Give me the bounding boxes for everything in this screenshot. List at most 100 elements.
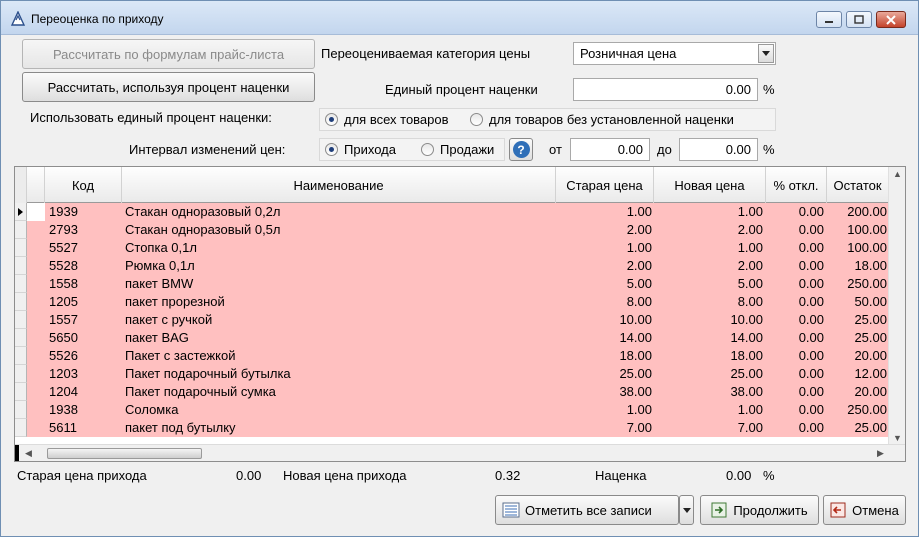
table-cell[interactable]: 18.00 [556,347,652,365]
column-header-deviation[interactable]: % откл. [766,167,827,203]
table-cell[interactable]: пакет BAG [125,329,553,347]
table-cell[interactable]: 0.00 [766,401,824,419]
scroll-left-icon[interactable]: ◀ [25,448,32,459]
table-cell[interactable]: 7.00 [654,419,763,437]
column-header-old-price[interactable]: Старая цена [556,167,654,203]
minimize-button[interactable] [816,11,842,28]
row-indicator[interactable] [15,203,27,221]
column-header-new-price[interactable]: Новая цена [654,167,766,203]
table-cell[interactable]: 1.00 [556,203,652,221]
table-cell[interactable]: 250.00 [827,275,887,293]
table-cell[interactable]: пакет с ручкой [125,311,553,329]
table-row[interactable]: 5526 Пакет с застежкой 18.00 18.00 0.00 20.00 [15,347,889,365]
table-row[interactable]: 1558 пакет BMW 5.00 5.00 0.00 250.00 [15,275,889,293]
table-cell[interactable]: 0.00 [766,203,824,221]
scroll-up-icon[interactable]: ▲ [893,169,902,179]
table-cell[interactable]: 100.00 [827,221,887,239]
mark-all-button[interactable]: Отметить все записи [495,495,679,525]
table-cell[interactable]: 5650 [49,329,121,347]
table-cell[interactable]: 0.00 [766,293,824,311]
table-cell[interactable]: 1938 [49,401,121,419]
row-indicator[interactable] [15,221,27,239]
table-cell[interactable]: Стопка 0,1л [125,239,553,257]
table-cell[interactable]: 20.00 [827,383,887,401]
table-cell[interactable]: 2.00 [654,257,763,275]
table-cell[interactable]: 1203 [49,365,121,383]
table-cell[interactable]: 1205 [49,293,121,311]
table-row[interactable]: 5527 Стопка 0,1л 1.00 1.00 0.00 100.00 [15,239,889,257]
radio-sales[interactable]: Продажи [421,142,494,157]
table-row[interactable]: 1203 Пакет подарочный бутылка 25.00 25.00 0.… [15,365,889,383]
table-cell[interactable]: 0.00 [766,329,824,347]
table-cell[interactable]: пакет прорезной [125,293,553,311]
table-cell[interactable]: 25.00 [654,365,763,383]
table-cell[interactable]: пакет BMW [125,275,553,293]
table-cell[interactable]: 2793 [49,221,121,239]
table-cell[interactable]: 25.00 [827,311,887,329]
continue-button[interactable]: Продолжить [700,495,819,525]
table-cell[interactable]: 1558 [49,275,121,293]
close-button[interactable] [876,11,906,28]
calc-by-percent-button[interactable]: Рассчитать, используя процент наценки [22,72,315,102]
table-cell[interactable]: 1939 [49,203,121,221]
unified-percent-input[interactable]: 0.00 [573,78,758,101]
table-cell[interactable]: 1.00 [654,401,763,419]
mark-all-dropdown[interactable] [679,495,694,525]
table-cell[interactable]: пакет под бутылку [125,419,553,437]
table-cell[interactable]: 50.00 [827,293,887,311]
table-cell[interactable]: 5526 [49,347,121,365]
table-cell[interactable]: 0.00 [766,365,824,383]
column-header-stock[interactable]: Остаток [827,167,889,203]
table-cell[interactable]: 2.00 [556,257,652,275]
radio-no-markup-goods[interactable]: для товаров без установленной наценки [470,112,734,127]
table-cell[interactable]: 25.00 [556,365,652,383]
table-cell[interactable]: 100.00 [827,239,887,257]
table-cell[interactable]: 5611 [49,419,121,437]
table-cell[interactable]: 0.00 [766,347,824,365]
table-cell[interactable]: 2.00 [654,221,763,239]
table-cell[interactable]: 10.00 [654,311,763,329]
table-row[interactable]: 1205 пакет прорезной 8.00 8.00 0.00 50.00 [15,293,889,311]
table-cell[interactable]: 18.00 [827,257,887,275]
horizontal-scrollbar[interactable]: ◀ ▶ [15,444,905,461]
row-indicator[interactable] [15,311,27,329]
table-cell[interactable]: 38.00 [556,383,652,401]
row-indicator[interactable] [15,401,27,419]
row-indicator[interactable] [15,383,27,401]
table-cell[interactable]: 1204 [49,383,121,401]
row-indicator[interactable] [15,365,27,383]
table-cell[interactable]: 25.00 [827,329,887,347]
scroll-down-icon[interactable]: ▼ [893,433,902,443]
table-row[interactable]: 2793 Стакан одноразовый 0,5л 2.00 2.00 0.00 1… [15,221,889,239]
vertical-scrollbar[interactable]: ▲ ▼ [888,167,905,445]
dropdown-arrow[interactable] [758,44,774,63]
table-cell[interactable]: 0.00 [766,221,824,239]
table-cell[interactable]: 0.00 [766,275,824,293]
row-indicator[interactable] [15,257,27,275]
cancel-button[interactable]: Отмена [823,495,906,525]
table-cell[interactable]: 250.00 [827,401,887,419]
row-indicator[interactable] [15,347,27,365]
column-header-code[interactable]: Код [45,167,122,203]
table-cell[interactable]: 38.00 [654,383,763,401]
table-cell[interactable]: 14.00 [556,329,652,347]
table-cell[interactable]: Пакет подарочный бутылка [125,365,553,383]
table-cell[interactable]: 12.00 [827,365,887,383]
table-cell[interactable]: 5.00 [556,275,652,293]
table-cell[interactable]: 0.00 [766,239,824,257]
scroll-right-icon[interactable]: ▶ [877,448,884,459]
row-indicator[interactable] [15,275,27,293]
table-row[interactable]: 5528 Рюмка 0,1л 2.00 2.00 0.00 18.00 [15,257,889,275]
table-cell[interactable]: 2.00 [556,221,652,239]
row-indicator[interactable] [15,419,27,437]
table-cell[interactable]: Соломка [125,401,553,419]
table-cell[interactable]: 8.00 [556,293,652,311]
table-cell[interactable]: Пакет с застежкой [125,347,553,365]
table-cell[interactable]: Стакан одноразовый 0,5л [125,221,553,239]
table-cell[interactable]: 7.00 [556,419,652,437]
table-row[interactable]: 1939 Стакан одноразовый 0,2л 1.00 1.00 0.00 2… [15,203,889,221]
table-cell[interactable]: 18.00 [654,347,763,365]
table-cell[interactable]: Пакет подарочный сумка [125,383,553,401]
table-cell[interactable]: 0.00 [766,419,824,437]
table-cell[interactable]: 1.00 [654,203,763,221]
